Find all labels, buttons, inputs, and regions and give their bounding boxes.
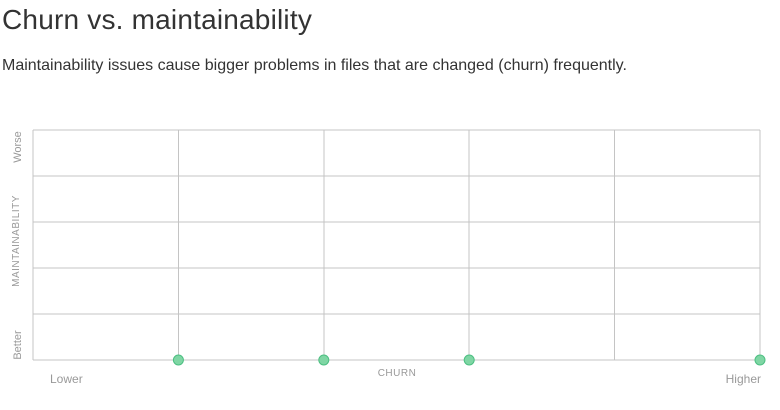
y-axis-low-label: Better	[12, 330, 24, 360]
data-point[interactable]	[463, 354, 475, 366]
x-axis-high-label: Higher	[726, 372, 761, 386]
churn-maintainability-chart: Worse MAINTAINABILITY Better Lower CHURN…	[11, 129, 766, 386]
y-axis-high-label: Worse	[12, 131, 24, 163]
chart-grid	[32, 129, 761, 361]
x-axis-title: CHURN	[378, 368, 417, 379]
x-axis-low-label: Lower	[50, 372, 83, 386]
y-axis-title: MAINTAINABILITY	[11, 195, 22, 287]
data-point[interactable]	[318, 354, 330, 366]
data-point[interactable]	[172, 354, 184, 366]
data-point[interactable]	[754, 354, 766, 366]
